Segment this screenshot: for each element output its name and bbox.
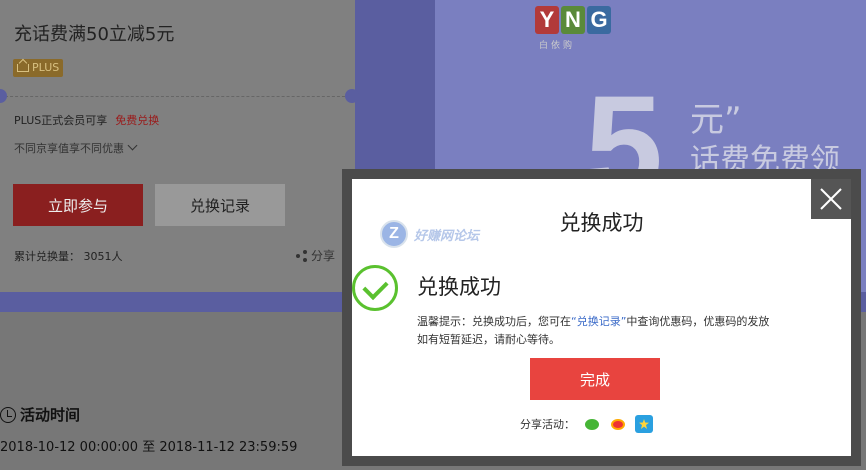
redeem-count: 累计兑换量： 3051人 bbox=[14, 250, 123, 263]
crown-icon bbox=[17, 64, 29, 72]
weibo-icon[interactable] bbox=[609, 415, 627, 433]
qzone-icon[interactable] bbox=[635, 415, 653, 433]
activity-title-text: 活动时间 bbox=[20, 406, 81, 424]
share-link[interactable]: 分享 bbox=[296, 247, 335, 264]
diff-note[interactable]: 不同京享值享不同优惠 bbox=[14, 140, 138, 156]
coupon-title: 充话费满50立减5元 bbox=[14, 24, 175, 45]
card-divider bbox=[0, 96, 355, 97]
brand-letter: N bbox=[561, 6, 585, 34]
free-redeem-link[interactable]: 免费兑换 bbox=[115, 114, 159, 127]
card-notch-right bbox=[345, 89, 359, 103]
wechat-icon[interactable] bbox=[583, 415, 601, 433]
card-notch-left bbox=[0, 89, 7, 103]
activity-range: 2018-10-12 00:00:00 至 2018-11-12 23:59:5… bbox=[0, 440, 298, 455]
watermark-text: 好赚网论坛 bbox=[414, 228, 480, 244]
watermark: Z 好赚网论坛 bbox=[380, 220, 479, 248]
activity-title: 活动时间 bbox=[0, 404, 80, 425]
brand-logo: Y N G bbox=[535, 6, 611, 34]
coupon-card: 充话费满50立减5元 PLUS PLUS正式会员可享 免费兑换 不同京享值享不同优… bbox=[0, 0, 359, 292]
member-note: PLUS正式会员可享 免费兑换 bbox=[14, 112, 159, 128]
success-heading: 兑换成功 bbox=[417, 275, 501, 299]
diff-note-text: 不同京享值享不同优惠 bbox=[14, 142, 124, 155]
join-button[interactable]: 立即参与 bbox=[13, 184, 143, 226]
brand-letter: G bbox=[587, 6, 611, 34]
plus-badge-label: PLUS bbox=[32, 61, 60, 74]
member-note-text: PLUS正式会员可享 bbox=[14, 114, 108, 127]
share-icon bbox=[296, 249, 308, 262]
brand-letter: Y bbox=[535, 6, 559, 34]
done-button[interactable]: 完成 bbox=[530, 358, 660, 400]
check-icon bbox=[352, 265, 398, 311]
plus-badge: PLUS bbox=[13, 59, 64, 77]
clock-icon bbox=[0, 406, 16, 423]
share-activity-label: 分享活动： bbox=[520, 418, 575, 431]
banner-yuan: 元” bbox=[690, 100, 742, 140]
redeem-record-button[interactable]: 兑换记录 bbox=[155, 184, 285, 226]
watermark-logo-icon: Z bbox=[380, 220, 408, 248]
redeem-record-link[interactable]: “兑换记录” bbox=[571, 315, 626, 328]
success-tip: 温馨提示：兑换成功后，您可在“兑换记录”中查询优惠码，优惠码的发放如有短暂延迟，… bbox=[417, 313, 777, 349]
share-activity-row: 分享活动： bbox=[520, 415, 653, 433]
brand-subtitle: 白依购 bbox=[539, 41, 576, 51]
chevron-down-icon bbox=[127, 140, 138, 151]
tip-text-before: 温馨提示：兑换成功后，您可在 bbox=[417, 315, 571, 328]
share-label: 分享 bbox=[311, 249, 336, 263]
